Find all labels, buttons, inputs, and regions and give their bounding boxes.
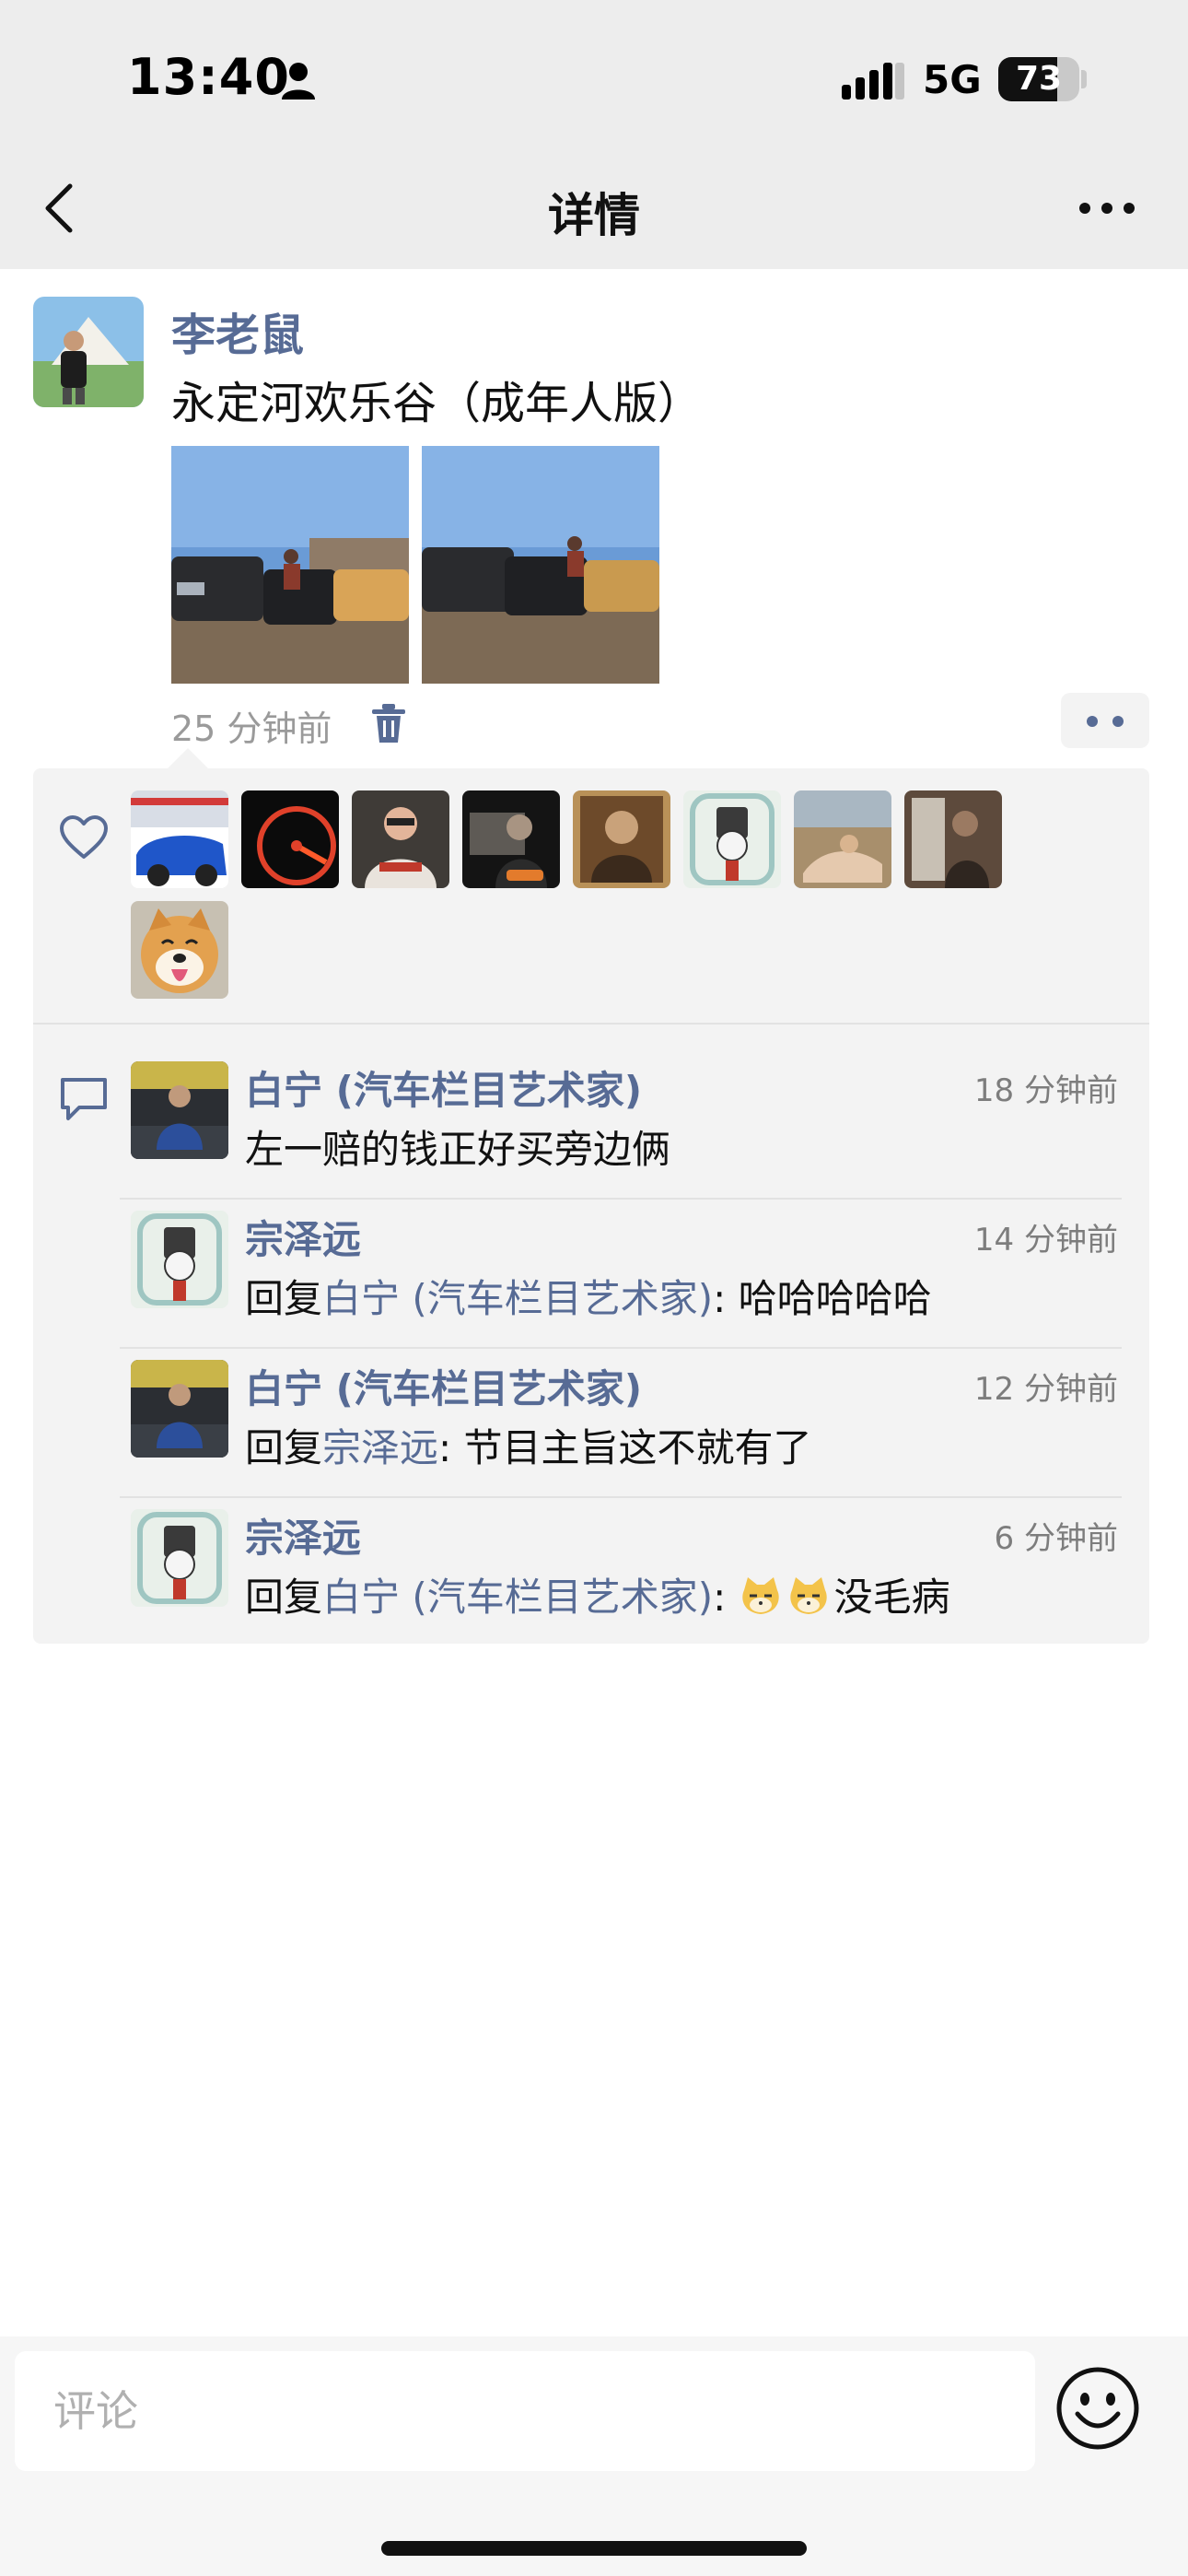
post-time: 25 分钟前 (171, 708, 332, 749)
signal-icon (842, 63, 904, 100)
home-indicator[interactable] (381, 2541, 807, 2556)
liker-avatar-8[interactable] (904, 790, 1002, 888)
avatar-image (352, 790, 449, 888)
avatar-image (131, 790, 228, 888)
battery-level: 73 (1015, 60, 1063, 98)
dot (1087, 716, 1098, 727)
comment-divider (120, 1347, 1122, 1349)
comment-time: 6 分钟前 (994, 1520, 1118, 1557)
post-author-name[interactable]: 李老鼠 (171, 299, 304, 363)
avatar-image (33, 297, 144, 407)
comment-body: 没毛病 (833, 1575, 950, 1620)
battery-cap (1081, 70, 1087, 88)
comment-time: 18 分钟前 (973, 1072, 1118, 1109)
comment-text: 回复宗泽远: 节目主旨这不就有了 (245, 1417, 812, 1473)
post-author-avatar[interactable] (33, 297, 144, 407)
post-text: 永定河欢乐谷（成年人版） (171, 378, 703, 429)
comment-author[interactable]: 宗泽远 (245, 1507, 361, 1563)
comment-avatar-zong-zeyuan[interactable] (131, 1509, 228, 1607)
cat-emoji-icon (741, 1577, 779, 1614)
battery-icon: 73 (998, 57, 1079, 101)
avatar-image (462, 790, 560, 888)
liker-avatar-3[interactable] (352, 790, 449, 888)
reply-target[interactable]: 宗泽远 (322, 1425, 438, 1470)
post-photo-1[interactable] (171, 446, 409, 684)
comment-author[interactable]: 白宁 (汽车栏目艺术家) (245, 1060, 642, 1116)
comment-avatar-zong-zeyuan[interactable] (131, 1211, 228, 1308)
panel-divider (33, 1023, 1149, 1025)
dot (1112, 716, 1124, 727)
avatar-image (241, 790, 339, 888)
liker-avatar-2[interactable] (241, 790, 339, 888)
comment-text: 左一赔的钱正好买旁边俩 (245, 1118, 670, 1175)
comment-body: 哈哈哈哈哈 (738, 1276, 932, 1321)
two-dot-icon[interactable] (1061, 693, 1149, 748)
status-time: 13:40 (127, 48, 290, 106)
liker-avatar-7[interactable] (794, 790, 891, 888)
reply-prefix: 回复 (245, 1425, 323, 1470)
comment-input[interactable] (15, 2351, 1035, 2471)
comment-divider (120, 1198, 1122, 1200)
comment-author[interactable]: 白宁 (汽车栏目艺术家) (245, 1358, 642, 1414)
reply-separator: : (438, 1425, 464, 1470)
liker-avatar-6[interactable] (683, 790, 781, 888)
liker-avatar-5[interactable] (573, 790, 670, 888)
reply-target[interactable]: 白宁 (汽车栏目艺术家) (322, 1575, 713, 1620)
person-icon (282, 63, 315, 100)
comment-divider (120, 1496, 1122, 1498)
comment-avatar-bai-ning[interactable] (131, 1360, 228, 1458)
ellipsis-icon[interactable] (1077, 195, 1136, 221)
photo-image (422, 446, 659, 684)
comment-text: 回复白宁 (汽车栏目艺术家): 哈哈哈哈哈 (245, 1268, 932, 1324)
trash-icon[interactable] (368, 702, 409, 744)
reply-separator: : (713, 1575, 739, 1620)
heart-outline-icon (60, 815, 108, 859)
avatar-image (683, 790, 781, 888)
cat-emoji-icon (789, 1577, 827, 1614)
liker-avatar-9[interactable] (131, 901, 228, 999)
avatar-image (904, 790, 1002, 888)
comment-time: 14 分钟前 (973, 1222, 1118, 1259)
avatar-image (131, 1360, 228, 1458)
liker-avatar-1[interactable] (131, 790, 228, 888)
comment-avatar-bai-ning[interactable] (131, 1061, 228, 1159)
avatar-image (794, 790, 891, 888)
comment-body: 节目主旨这不就有了 (463, 1425, 812, 1470)
avatar-image (573, 790, 670, 888)
comment-bubble-icon (61, 1078, 107, 1120)
reply-separator: : (713, 1276, 739, 1321)
liker-avatar-4[interactable] (462, 790, 560, 888)
avatar-image (131, 1061, 228, 1159)
avatar-image (131, 1211, 228, 1308)
comment-text: 回复白宁 (汽车栏目艺术家): 没毛病 (245, 1566, 950, 1622)
comment-author[interactable]: 宗泽远 (245, 1209, 361, 1265)
page-title: 详情 (548, 189, 640, 242)
header-area: 13:40 5G 73 详情 (0, 0, 1188, 269)
photo-image (171, 446, 409, 684)
network-label: 5G (923, 57, 982, 102)
comment-body: 左一赔的钱正好买旁边俩 (245, 1127, 671, 1172)
smiley-icon[interactable] (1055, 2366, 1140, 2451)
reply-target[interactable]: 白宁 (汽车栏目艺术家) (322, 1276, 713, 1321)
reply-prefix: 回复 (245, 1276, 323, 1321)
avatar-image (131, 901, 228, 999)
avatar-image (131, 1509, 228, 1607)
comment-time: 12 分钟前 (973, 1371, 1118, 1408)
panel-arrow (168, 748, 208, 768)
reply-prefix: 回复 (245, 1575, 323, 1620)
post-photo-2[interactable] (422, 446, 659, 684)
